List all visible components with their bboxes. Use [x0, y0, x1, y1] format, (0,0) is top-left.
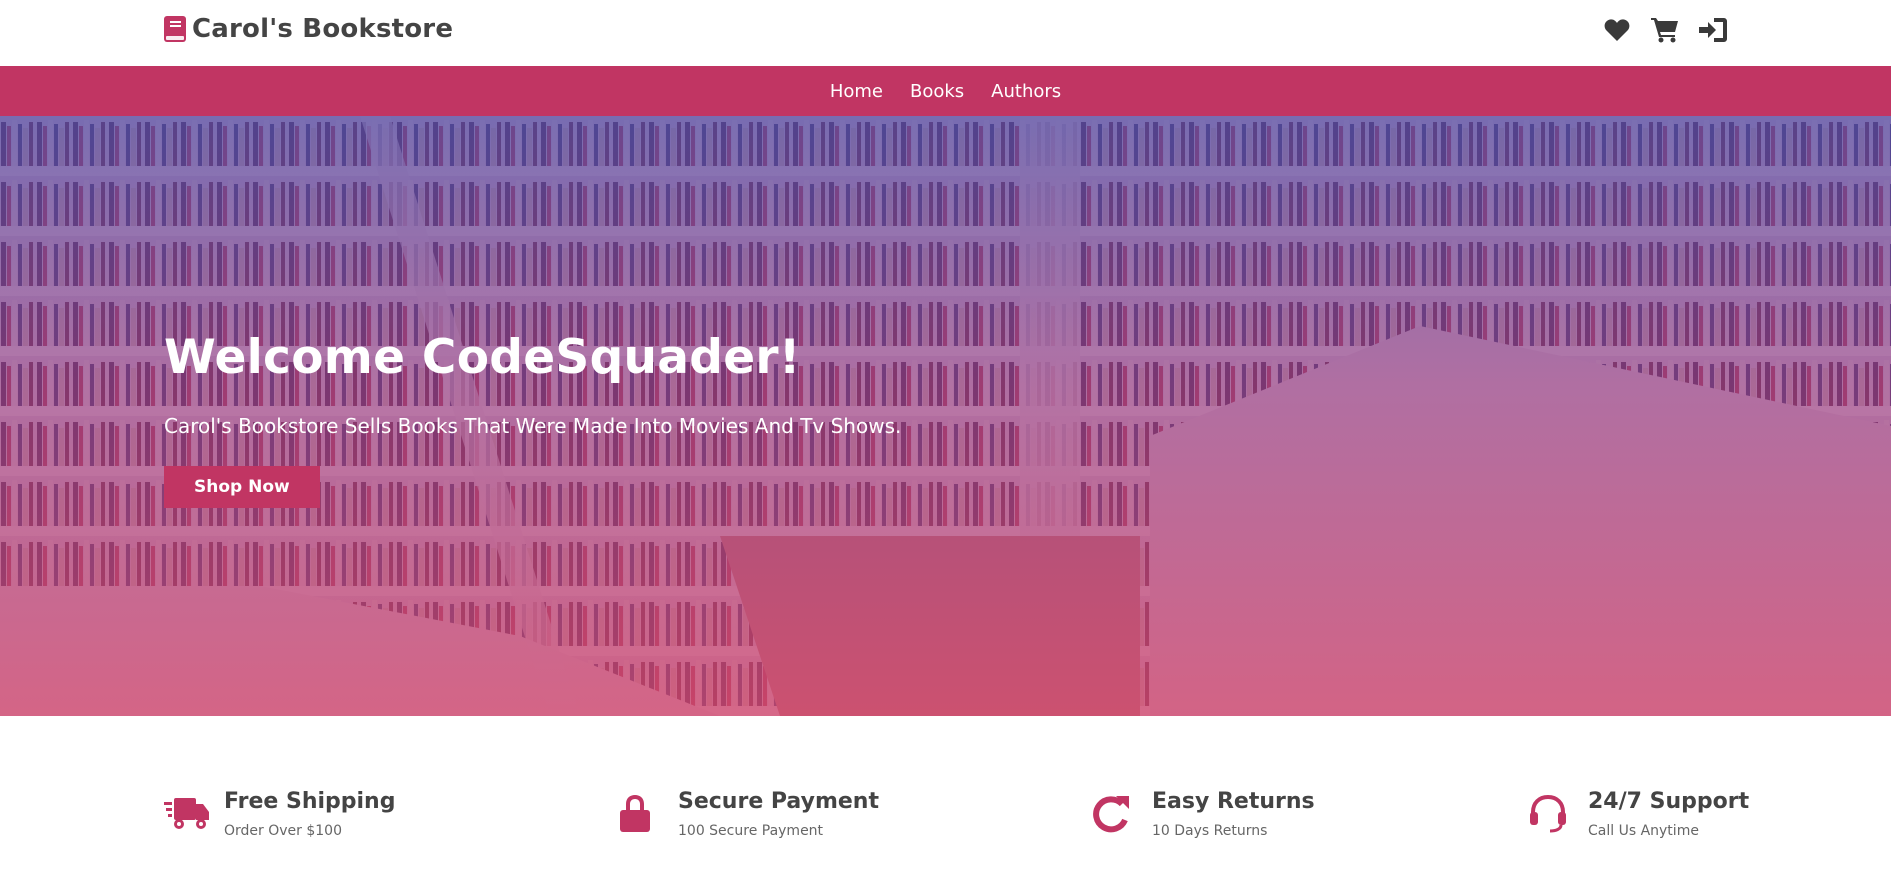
header-actions	[1603, 16, 1727, 44]
feature-24-7-support: 24/7 Support Call Us Anytime	[1528, 788, 1749, 842]
cart-icon[interactable]	[1651, 16, 1679, 44]
headset-icon	[1528, 794, 1576, 842]
brand-name: Carol's Bookstore	[192, 14, 454, 44]
sign-in-icon[interactable]	[1699, 16, 1727, 44]
redo-icon	[1092, 794, 1140, 842]
feature-secure-payment: Secure Payment 100 Secure Payment	[618, 788, 879, 842]
feature-title: Secure Payment	[678, 789, 879, 814]
hero-content: Welcome CodeSquader! Carol's Bookstore S…	[164, 332, 1064, 508]
nav-authors-link[interactable]: Authors	[991, 81, 1061, 102]
heart-icon[interactable]	[1603, 16, 1631, 44]
feature-title: Easy Returns	[1152, 789, 1315, 814]
nav-home-link[interactable]: Home	[830, 81, 883, 102]
features-strip: Free Shipping Order Over $100 Secure Pay…	[0, 716, 1891, 885]
shop-now-button[interactable]: Shop Now	[164, 465, 320, 508]
top-header: Carol's Bookstore	[0, 0, 1891, 66]
feature-subtitle: 10 Days Returns	[1152, 822, 1268, 839]
feature-easy-returns: Easy Returns 10 Days Returns	[1092, 788, 1315, 842]
feature-subtitle: Call Us Anytime	[1588, 822, 1699, 839]
nav-books-link[interactable]: Books	[910, 81, 964, 102]
lock-icon	[618, 794, 666, 842]
hero-banner: Welcome CodeSquader! Carol's Bookstore S…	[0, 116, 1891, 716]
feature-subtitle: Order Over $100	[224, 822, 342, 839]
main-navbar: Home Books Authors	[0, 66, 1891, 116]
brand-logo-link[interactable]: Carol's Bookstore	[164, 14, 453, 44]
feature-title: 24/7 Support	[1588, 789, 1750, 814]
truck-icon	[164, 794, 212, 842]
hero-title: Welcome CodeSquader!	[164, 330, 801, 385]
feature-subtitle: 100 Secure Payment	[678, 822, 824, 839]
feature-title: Free Shipping	[224, 789, 396, 814]
feature-free-shipping: Free Shipping Order Over $100	[164, 788, 395, 842]
book-icon	[164, 16, 186, 42]
hero-subtitle: Carol's Bookstore Sells Books That Were …	[164, 413, 902, 438]
